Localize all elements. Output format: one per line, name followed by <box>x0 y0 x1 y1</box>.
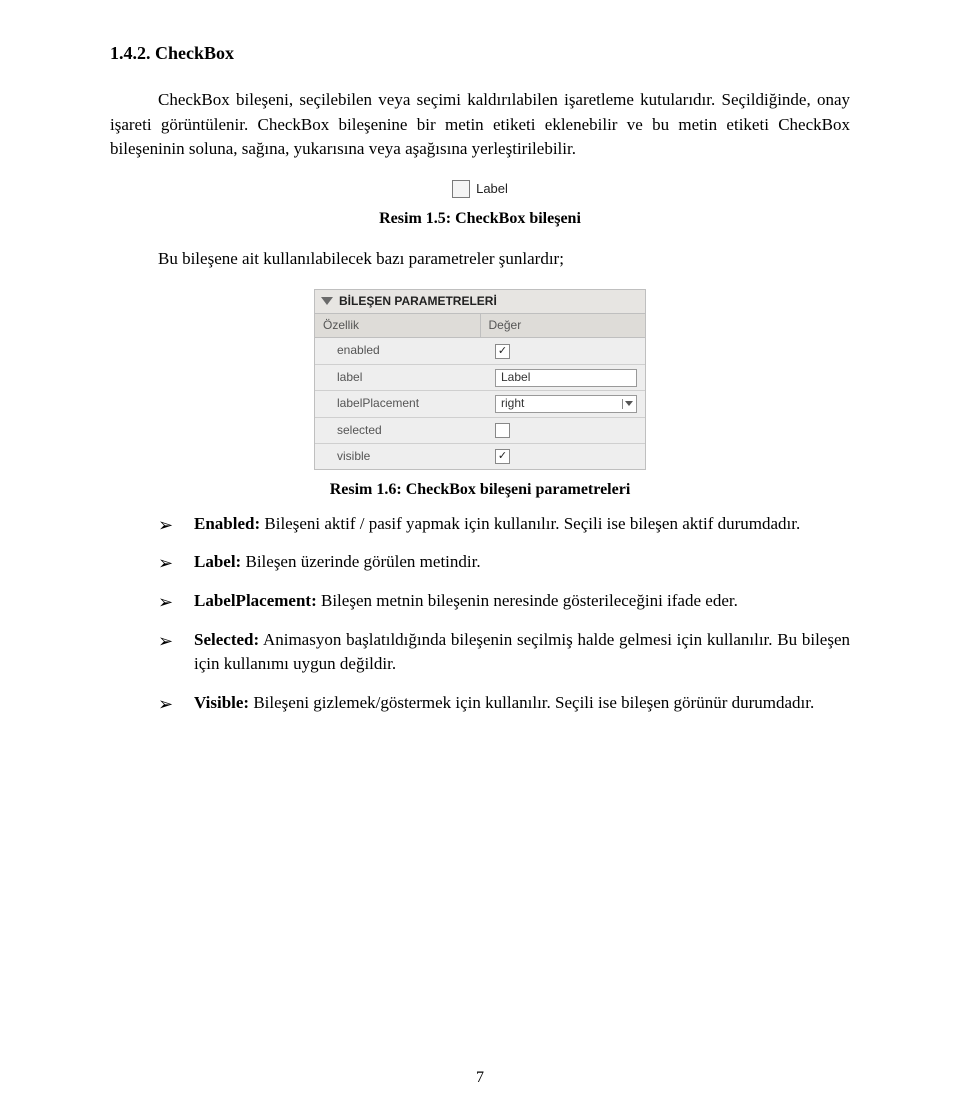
param-name: selected <box>315 418 487 443</box>
param-row-visible: visible ✓ <box>315 444 645 469</box>
figure-checkbox-sample: Label <box>110 180 850 199</box>
section-heading: 1.4.2. CheckBox <box>110 40 850 66</box>
bullet-term: LabelPlacement: <box>194 591 317 610</box>
checkbox-sample-label: Label <box>476 180 508 199</box>
list-item: Visible: Bileşeni gizlemek/göstermek içi… <box>158 691 850 730</box>
list-item: Label: Bileşen üzerinde görülen metindir… <box>158 550 850 589</box>
collapse-triangle-icon <box>321 297 333 305</box>
panel-header: BİLEŞEN PARAMETRELERİ <box>315 290 645 314</box>
panel-title: BİLEŞEN PARAMETRELERİ <box>339 293 497 310</box>
text-input: Label <box>495 369 637 387</box>
bullet-text: Bileşeni gizlemek/göstermek için kullanı… <box>249 693 814 712</box>
bullet-text: Animasyon başlatıldığında bileşenin seçi… <box>194 630 850 674</box>
param-name: visible <box>315 444 487 469</box>
list-item: Enabled: Bileşeni aktif / pasif yapmak i… <box>158 512 850 551</box>
bullet-term: Visible: <box>194 693 249 712</box>
checkbox-icon <box>452 180 470 198</box>
select-value: right <box>501 395 524 412</box>
section-title: CheckBox <box>155 43 234 63</box>
param-row-enabled: enabled ✓ <box>315 338 645 364</box>
checkbox-icon <box>495 423 510 438</box>
parameter-descriptions: Enabled: Bileşeni aktif / pasif yapmak i… <box>158 512 850 730</box>
param-row-selected: selected <box>315 418 645 444</box>
checkbox-icon: ✓ <box>495 344 510 359</box>
param-row-label: label Label <box>315 365 645 391</box>
bullet-term: Label: <box>194 552 241 571</box>
list-item: Selected: Animasyon başlatıldığında bile… <box>158 628 850 691</box>
list-item: LabelPlacement: Bileşen metnin bileşenin… <box>158 589 850 628</box>
page-number: 7 <box>0 1066 960 1089</box>
bullet-text: Bileşen üzerinde görülen metindir. <box>241 552 480 571</box>
param-name: labelPlacement <box>315 391 487 416</box>
chevron-down-icon <box>625 401 633 406</box>
col-property: Özellik <box>315 314 481 337</box>
col-value: Değer <box>481 314 646 337</box>
parameters-panel: BİLEŞEN PARAMETRELERİ Özellik Değer enab… <box>314 289 646 471</box>
bullet-text: Bileşen metnin bileşenin neresinde göste… <box>317 591 738 610</box>
divider-icon <box>622 399 623 409</box>
checkbox-icon: ✓ <box>495 449 510 464</box>
bullet-term: Selected: <box>194 630 259 649</box>
figure-2-caption: Resim 1.6: CheckBox bileşeni parametrele… <box>110 478 850 501</box>
after-fig1-paragraph: Bu bileşene ait kullanılabilecek bazı pa… <box>158 247 850 272</box>
param-name: enabled <box>315 338 487 363</box>
intro-paragraph: CheckBox bileşeni, seçilebilen veya seçi… <box>110 88 850 162</box>
section-number: 1.4.2. <box>110 43 151 63</box>
bullet-text: Bileşeni aktif / pasif yapmak için kulla… <box>260 514 800 533</box>
bullet-term: Enabled: <box>194 514 260 533</box>
select-input: right <box>495 395 637 413</box>
figure-1-caption: Resim 1.5: CheckBox bileşeni <box>110 207 850 230</box>
param-row-labelplacement: labelPlacement right <box>315 391 645 417</box>
param-name: label <box>315 365 487 390</box>
panel-columns: Özellik Değer <box>315 314 645 338</box>
document-page: 1.4.2. CheckBox CheckBox bileşeni, seçil… <box>0 0 960 1107</box>
